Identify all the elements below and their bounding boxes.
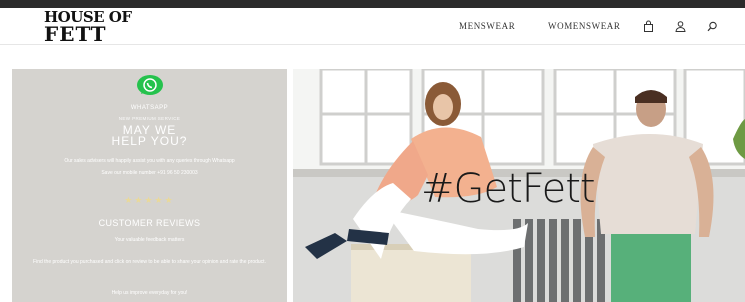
whatsapp-description: Our sales advisers will happily assist y… bbox=[64, 158, 235, 164]
site-header: HOUSE OF FETT MENSWEAR WOMENSWEAR bbox=[0, 8, 745, 45]
whatsapp-number: Save our mobile number +91 96 50 230003 bbox=[101, 170, 198, 176]
whatsapp-icon[interactable] bbox=[136, 75, 164, 97]
reviews-subtitle: Your valuable feedback matters bbox=[114, 237, 185, 243]
nav-menswear[interactable]: MENSWEAR bbox=[459, 21, 515, 31]
whatsapp-title: WHATSAPP bbox=[130, 105, 169, 111]
whatsapp-subtitle: NEW PREMIUM SERVICE bbox=[118, 116, 181, 121]
reviews-footer: Help us improve everyday for you! bbox=[111, 290, 188, 296]
search-icon[interactable] bbox=[706, 20, 719, 33]
house-of-fett-logo[interactable]: HOUSE OF FETT bbox=[44, 10, 144, 46]
user-icon[interactable] bbox=[674, 20, 687, 33]
reviews-instructions: Find the product you purchased and click… bbox=[33, 259, 266, 265]
top-bar bbox=[0, 0, 745, 8]
help-heading-line2: HELP YOU? bbox=[111, 134, 188, 148]
logo-line2: FETT bbox=[44, 22, 107, 46]
shopping-bag-icon[interactable] bbox=[642, 20, 655, 33]
hero-banner[interactable]: #GetFett bbox=[293, 69, 745, 302]
help-heading: MAY WE HELP YOU? bbox=[12, 124, 287, 148]
rating-stars: ★★★★★ bbox=[124, 195, 175, 205]
get-fett-hashtag: #GetFett bbox=[421, 166, 596, 212]
customer-reviews-heading: CUSTOMER REVIEWS bbox=[98, 218, 201, 228]
whatsapp-reviews-panel: WHATSAPP NEW PREMIUM SERVICE MAY WE HELP… bbox=[12, 69, 287, 302]
nav-womenswear[interactable]: WOMENSWEAR bbox=[548, 21, 621, 31]
